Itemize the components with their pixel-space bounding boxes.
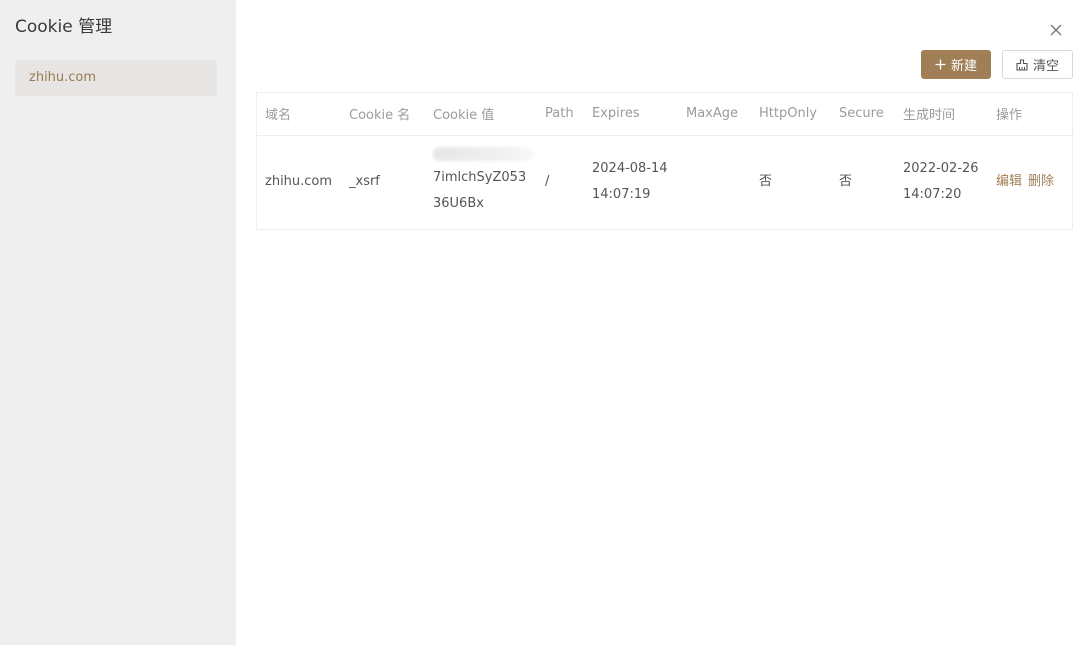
cell-created: 2022-02-26 14:07:20	[903, 161, 979, 203]
col-header-expires: Expires	[584, 93, 678, 136]
cell-cookie-name: _xsrf	[349, 174, 380, 190]
cell-cookie-value: 7imlchSyZ05336U6Bx	[425, 135, 537, 229]
cell-cookie-value-text: 7imlchSyZ05336U6Bx	[433, 170, 527, 212]
new-button-label: 新建	[950, 59, 977, 74]
domain-list: zhihu.com	[15, 60, 221, 96]
cell-httponly: 否	[759, 174, 773, 190]
cell-path: /	[545, 174, 550, 190]
sidebar-item-zhihu[interactable]: zhihu.com	[15, 60, 217, 96]
col-header-secure: Secure	[831, 93, 895, 136]
clear-button[interactable]: 清空	[1002, 50, 1073, 79]
col-header-maxage: MaxAge	[678, 93, 751, 136]
col-header-domain: 域名	[257, 93, 341, 136]
col-header-created: 生成时间	[895, 93, 988, 136]
cookie-table: 域名 Cookie 名 Cookie 值 Path Expires MaxAge…	[256, 92, 1074, 230]
new-button[interactable]: 新建	[921, 50, 991, 79]
cell-domain: zhihu.com	[265, 174, 333, 190]
table-header-row: 域名 Cookie 名 Cookie 值 Path Expires MaxAge…	[257, 93, 1074, 136]
col-header-httponly: HttpOnly	[751, 93, 831, 136]
cell-expires: 2024-08-14 14:07:19	[592, 161, 668, 203]
main-panel: 新建 清空 域名 Cookie 名 Cookie 值 Path Expires …	[236, 0, 1080, 645]
delete-link[interactable]: 删除	[1028, 174, 1054, 189]
col-header-path: Path	[537, 93, 584, 136]
broom-icon	[1016, 58, 1028, 71]
sidebar: Cookie 管理 zhihu.com	[0, 0, 236, 645]
cell-maxage	[678, 135, 751, 229]
close-button[interactable]	[1048, 22, 1064, 38]
cell-secure: 否	[839, 174, 853, 190]
col-header-actions: 操作	[988, 93, 1074, 136]
clear-button-label: 清空	[1032, 59, 1059, 74]
close-icon	[1050, 24, 1062, 36]
plus-icon	[935, 59, 946, 70]
table-row: zhihu.com _xsrf 7imlchSyZ05336U6Bx / 202…	[257, 135, 1074, 229]
cookie-manager-window: Cookie 管理 zhihu.com 新建 清空 域名 Cookie 名 Co…	[0, 0, 1080, 645]
col-header-cookie-value: Cookie 值	[425, 93, 537, 136]
col-header-cookie-name: Cookie 名	[341, 93, 425, 136]
toolbar: 新建 清空	[921, 50, 1073, 79]
blurred-value-overlay	[433, 147, 533, 162]
cell-actions: 编辑 删除	[988, 135, 1074, 229]
edit-link[interactable]: 编辑	[996, 174, 1022, 189]
sidebar-title: Cookie 管理	[15, 17, 113, 37]
